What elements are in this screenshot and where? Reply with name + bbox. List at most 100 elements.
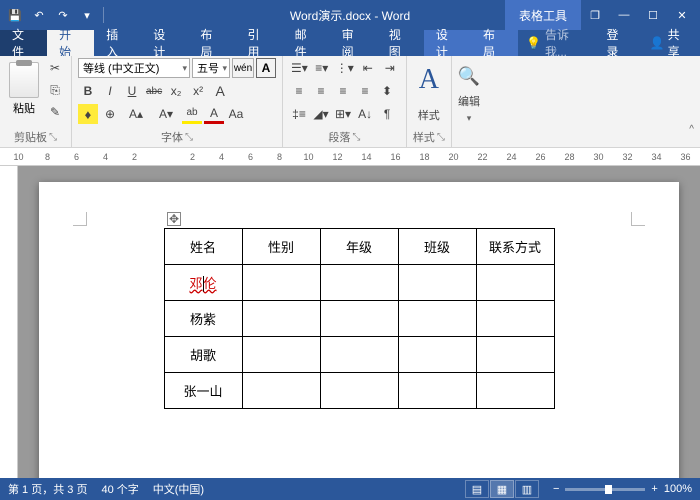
collapse-ribbon-button[interactable]: ^: [689, 124, 694, 135]
table-cell[interactable]: 杨紫: [164, 301, 242, 337]
table-cell[interactable]: 胡歌: [164, 337, 242, 373]
borders-button[interactable]: ⊞▾: [333, 104, 353, 124]
zoom-in-button[interactable]: +: [651, 483, 657, 495]
dialog-launcher-icon[interactable]: ⤡: [185, 132, 193, 143]
zoom-slider[interactable]: [565, 488, 645, 491]
maximize-button[interactable]: ☐: [639, 0, 667, 30]
text-effects-button[interactable]: A: [210, 81, 230, 101]
table-cell[interactable]: [476, 265, 554, 301]
strikethrough-button[interactable]: abc: [144, 81, 164, 101]
shading-button[interactable]: ◢▾: [311, 104, 331, 124]
table-cell[interactable]: [476, 373, 554, 409]
tab-table-design[interactable]: 设计: [424, 30, 471, 56]
increase-indent-button[interactable]: ⇥: [380, 58, 400, 78]
copy-button[interactable]: ⎘: [45, 80, 65, 100]
table-cell[interactable]: [242, 265, 320, 301]
save-icon[interactable]: 💾: [4, 4, 26, 26]
justify-button[interactable]: ≡: [355, 81, 375, 101]
status-page[interactable]: 第 1 页，共 3 页: [8, 481, 87, 497]
table-cell[interactable]: [320, 337, 398, 373]
styles-button[interactable]: A: [413, 58, 445, 102]
align-right-button[interactable]: ≡: [333, 81, 353, 101]
share-button[interactable]: 👤共享: [640, 30, 700, 56]
dialog-launcher-icon[interactable]: ⤡: [352, 132, 360, 143]
qat-more-button[interactable]: ▾: [76, 4, 98, 26]
redo-button[interactable]: ↷: [52, 4, 74, 26]
status-words[interactable]: 40 个字: [101, 481, 138, 497]
dialog-launcher-icon[interactable]: ⤡: [437, 132, 445, 143]
multilevel-button[interactable]: ⋮▾: [334, 58, 356, 78]
table-header-cell[interactable]: 姓名: [164, 229, 242, 265]
italic-button[interactable]: I: [100, 81, 120, 101]
tab-insert[interactable]: 插入: [94, 30, 141, 56]
tab-design[interactable]: 设计: [141, 30, 188, 56]
table-cell[interactable]: [320, 265, 398, 301]
font-size-select[interactable]: 五号: [192, 58, 230, 78]
tab-references[interactable]: 引用: [235, 30, 282, 56]
table-cell[interactable]: [398, 373, 476, 409]
table-header-cell[interactable]: 联系方式: [476, 229, 554, 265]
align-left-button[interactable]: ≡: [289, 81, 309, 101]
tab-review[interactable]: 审阅: [330, 30, 377, 56]
table-header-cell[interactable]: 年级: [320, 229, 398, 265]
tab-mail[interactable]: 邮件: [283, 30, 330, 56]
horizontal-ruler[interactable]: 10864224681012141618202224262830323436: [0, 148, 700, 166]
find-icon[interactable]: 🔍: [458, 66, 480, 87]
line-spacing-button[interactable]: ‡≡: [289, 104, 309, 124]
change-case-button[interactable]: Aa: [226, 104, 246, 124]
tab-layout[interactable]: 布局: [188, 30, 235, 56]
subscript-button[interactable]: x₂: [166, 81, 186, 101]
phonetic-guide-button[interactable]: wén: [232, 58, 254, 78]
char-border-button[interactable]: A: [256, 58, 276, 78]
table-cell[interactable]: [398, 301, 476, 337]
underline-button[interactable]: U: [122, 81, 142, 101]
table-cell[interactable]: 张一山: [164, 373, 242, 409]
view-web-button[interactable]: ▥: [515, 480, 539, 498]
status-language[interactable]: 中文(中国): [153, 481, 204, 497]
table-cell[interactable]: [476, 337, 554, 373]
editing-button[interactable]: 编辑: [458, 93, 480, 109]
sort-button[interactable]: A↓: [355, 104, 375, 124]
superscript-button[interactable]: x²: [188, 81, 208, 101]
shrink-font-button[interactable]: A▾: [152, 104, 180, 124]
character-shading-button[interactable]: ♦: [78, 104, 98, 124]
table-cell[interactable]: 邓伦: [164, 265, 242, 301]
table-cell[interactable]: [242, 301, 320, 337]
format-painter-button[interactable]: ✎: [45, 102, 65, 122]
decrease-indent-button[interactable]: ⇤: [358, 58, 378, 78]
login-button[interactable]: 登录: [597, 30, 640, 56]
font-color-button[interactable]: A: [204, 104, 224, 124]
numbering-button[interactable]: ≡▾: [312, 58, 332, 78]
highlight-button[interactable]: ab: [182, 104, 202, 124]
cut-button[interactable]: ✂: [45, 58, 65, 78]
font-name-select[interactable]: 等线 (中文正文): [78, 58, 190, 78]
enclose-char-button[interactable]: ⊕: [100, 104, 120, 124]
table-cell[interactable]: [398, 265, 476, 301]
tell-me-input[interactable]: 💡告诉我...: [518, 30, 596, 56]
table-header-cell[interactable]: 性别: [242, 229, 320, 265]
tab-home[interactable]: 开始: [47, 30, 94, 56]
table-cell[interactable]: [476, 301, 554, 337]
dialog-launcher-icon[interactable]: ⤡: [49, 132, 57, 143]
tab-file[interactable]: 文件: [0, 30, 47, 56]
grow-font-button[interactable]: A▴: [122, 104, 150, 124]
table-cell[interactable]: [398, 337, 476, 373]
table-cell[interactable]: [242, 337, 320, 373]
document-table[interactable]: 姓名 性别 年级 班级 联系方式 邓伦 杨紫 胡歌: [164, 228, 555, 409]
table-header-cell[interactable]: 班级: [398, 229, 476, 265]
vertical-ruler[interactable]: [0, 166, 18, 478]
tab-table-layout[interactable]: 布局: [471, 30, 518, 56]
tab-view[interactable]: 视图: [377, 30, 424, 56]
bold-button[interactable]: B: [78, 81, 98, 101]
undo-button[interactable]: ↶: [28, 4, 50, 26]
table-move-handle[interactable]: ✥: [167, 212, 181, 226]
view-print-button[interactable]: ▦: [490, 480, 514, 498]
zoom-out-button[interactable]: −: [553, 483, 559, 495]
bullets-button[interactable]: ☰▾: [289, 58, 310, 78]
table-cell[interactable]: [320, 373, 398, 409]
align-center-button[interactable]: ≡: [311, 81, 331, 101]
view-read-button[interactable]: ▤: [465, 480, 489, 498]
distributed-button[interactable]: ⬍: [377, 81, 397, 101]
paste-button[interactable]: 粘贴: [6, 58, 42, 116]
show-marks-button[interactable]: ¶: [377, 104, 397, 124]
